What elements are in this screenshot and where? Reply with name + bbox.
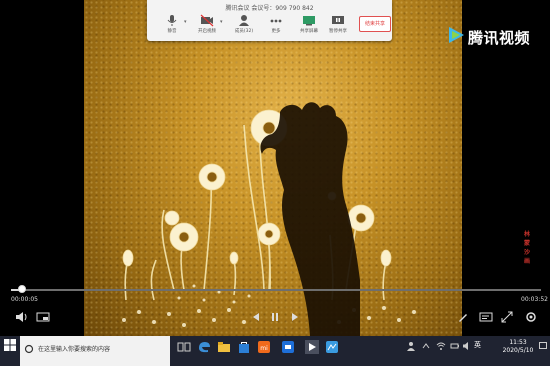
more-icon <box>270 19 282 23</box>
clock-time[interactable]: 11:53 <box>498 339 538 346</box>
tencent-meeting-icon[interactable] <box>281 340 295 354</box>
sand-art-drawing <box>122 102 416 336</box>
show-hidden-icons-caret-icon[interactable] <box>422 342 430 350</box>
battery-icon[interactable] <box>450 341 460 351</box>
members-icon <box>239 15 249 26</box>
pause-share-label: 暂停共享 <box>329 29 347 34</box>
mute-options-caret-icon[interactable]: ▾ <box>184 19 187 25</box>
meeting-id-text: 腾讯会议 会议号：909 790 842 <box>225 5 314 12</box>
app-icon[interactable] <box>325 340 339 354</box>
settings-icon[interactable] <box>524 310 538 324</box>
fullscreen-icon[interactable] <box>500 310 514 324</box>
total-time: 00:03:52 <box>521 296 548 303</box>
clock-date[interactable]: 2020/5/10 <box>498 347 538 354</box>
windows-start-icon[interactable] <box>3 338 17 352</box>
members-label: 成员(32) <box>234 29 254 34</box>
edge-browser-icon[interactable] <box>197 340 211 354</box>
more-button[interactable]: 更多 <box>259 13 293 39</box>
microphone-icon <box>167 15 177 26</box>
end-share-button[interactable]: 结束共享 <box>359 16 391 32</box>
file-explorer-icon[interactable] <box>217 340 231 354</box>
tencent-video-logo-text: 腾讯视频 <box>468 29 531 47</box>
camera-off-icon <box>200 14 214 27</box>
pause-share-button[interactable]: 暂停共享 <box>321 13 355 39</box>
cortana-icon <box>24 344 34 354</box>
task-view-icon[interactable] <box>177 340 191 354</box>
members-button[interactable]: 成员(32) <box>227 13 261 39</box>
previous-icon[interactable] <box>249 310 263 324</box>
video-player-taskbar-icon[interactable] <box>305 340 319 354</box>
progress-handle[interactable] <box>17 285 26 293</box>
video-button[interactable]: 开启视频 <box>190 13 224 39</box>
danmaku-icon[interactable] <box>479 310 493 324</box>
pause-share-icon <box>332 16 344 24</box>
pause-icon[interactable] <box>268 310 282 324</box>
mini-player-icon[interactable] <box>36 310 50 324</box>
share-screen-icon <box>303 16 315 26</box>
meeting-toolbar: 腾讯会议 会议号：909 790 842 静音 ▾ 开启视频 ▾ 成员(32) … <box>147 0 392 41</box>
input-method-indicator[interactable]: 英 <box>474 340 481 350</box>
video-options-caret-icon[interactable]: ▾ <box>220 19 223 25</box>
more-label: 更多 <box>271 29 281 34</box>
pen-icon[interactable] <box>456 310 470 324</box>
tencent-video-logo-icon <box>449 27 464 43</box>
volume-tray-icon[interactable] <box>462 341 472 351</box>
next-icon[interactable] <box>288 310 302 324</box>
volume-icon[interactable] <box>14 310 28 324</box>
progress-track[interactable] <box>11 289 541 291</box>
svg-text:mi: mi <box>260 345 268 352</box>
store-icon[interactable] <box>237 340 251 354</box>
current-time: 00:00:05 <box>11 296 38 303</box>
notification-icon[interactable] <box>538 341 548 351</box>
video-label: 开启视频 <box>198 29 216 34</box>
wifi-icon[interactable] <box>436 341 446 351</box>
artist-seal: 林 蒙 沙 画 <box>524 231 531 265</box>
mi-app-icon[interactable]: mi <box>257 340 271 354</box>
taskbar-search-placeholder: 在这里输入你要搜索的内容 <box>38 346 111 353</box>
people-icon[interactable] <box>406 341 416 351</box>
mute-label: 静音 <box>167 29 177 34</box>
mute-button[interactable]: 静音 <box>155 13 189 39</box>
